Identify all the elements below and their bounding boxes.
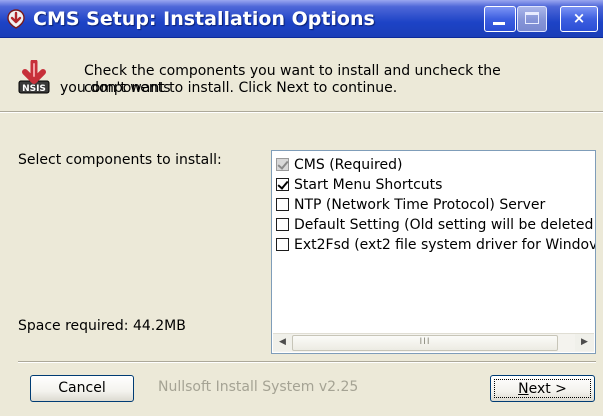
nsis-logo-icon: NSIS [18, 60, 50, 94]
component-checkbox-cms[interactable] [276, 158, 289, 171]
next-mnemonic: N [518, 381, 529, 397]
component-label: Ext2Fsd (ext2 file system driver for Win… [294, 237, 596, 253]
minimize-button[interactable] [484, 6, 516, 32]
window-title: CMS Setup: Installation Options [33, 8, 375, 30]
maximize-button[interactable] [517, 6, 547, 32]
component-checkbox-ext2fsd[interactable] [276, 238, 289, 251]
component-label: NTP (Network Time Protocol) Server [294, 197, 546, 213]
svg-text:NSIS: NSIS [22, 84, 46, 94]
scroll-thumb[interactable]: III [292, 335, 558, 351]
space-required-label: Space required: 44.2MB [18, 318, 186, 334]
component-item-default-setting[interactable]: Default Setting (Old setting will be del… [276, 215, 596, 235]
nsis-installer-icon [7, 9, 25, 29]
header-instruction-line2: you don't want to install. Click Next to… [60, 80, 398, 96]
installer-window: CMS Setup: Installation Options × NSIS C… [0, 0, 603, 416]
cancel-button[interactable]: Cancel [30, 375, 134, 402]
scroll-right-arrow-icon[interactable]: ▶ [575, 334, 594, 351]
close-button[interactable]: × [560, 6, 598, 32]
component-label: Start Menu Shortcuts [294, 177, 443, 193]
horizontal-scrollbar[interactable]: ◀ III ▶ [273, 333, 594, 352]
components-tree[interactable]: CMS (Required) Start Menu Shortcuts NTP … [271, 150, 596, 354]
component-item-cms[interactable]: CMS (Required) [276, 155, 595, 175]
header-area: NSIS Check the components you want to in… [0, 38, 603, 114]
footer-divider [18, 361, 596, 363]
component-item-ntp[interactable]: NTP (Network Time Protocol) Server [276, 195, 595, 215]
component-checkbox-ntp[interactable] [276, 198, 289, 211]
component-checkbox-start-menu[interactable] [276, 178, 289, 191]
component-label: CMS (Required) [294, 157, 403, 173]
select-components-label: Select components to install: [18, 152, 222, 168]
component-item-start-menu[interactable]: Start Menu Shortcuts [276, 175, 595, 195]
branding-text: Nullsoft Install System v2.25 [158, 379, 359, 395]
component-item-ext2fsd[interactable]: Ext2Fsd (ext2 file system driver for Win… [276, 235, 596, 255]
header-divider [0, 111, 603, 113]
component-checkbox-default-setting[interactable] [276, 218, 289, 231]
scroll-left-arrow-icon[interactable]: ◀ [273, 334, 292, 351]
next-button-focus-ring: Next > [494, 379, 591, 398]
title-bar[interactable]: CMS Setup: Installation Options × [0, 0, 603, 38]
next-label-rest: ext > [528, 381, 567, 397]
next-button[interactable]: Next > [490, 375, 595, 402]
component-label: Default Setting (Old setting will be del… [294, 217, 596, 233]
